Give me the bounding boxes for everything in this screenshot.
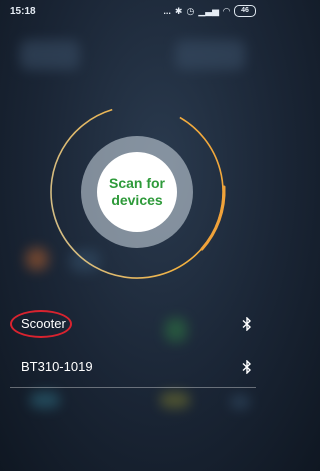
background-blur — [20, 40, 80, 70]
alarm-icon: ◷ — [186, 5, 195, 16]
status-icons: ... ✱ ◷ ▁▃▅ ◠ 46 — [163, 5, 256, 17]
background-blur — [230, 395, 250, 409]
device-list: Scooter BT310-1019 — [0, 302, 266, 388]
device-name: Scooter — [21, 316, 66, 331]
scan-for-devices-button[interactable]: Scan for devices — [97, 152, 177, 232]
device-name: BT310-1019 — [21, 359, 93, 374]
scan-area: Scan for devices — [42, 97, 232, 287]
bluetooth-icon — [242, 316, 252, 331]
background-blur — [160, 392, 190, 408]
wifi-icon: ◠ — [223, 5, 230, 16]
status-time: 15:18 — [10, 5, 36, 17]
status-bar: 15:18 ... ✱ ◷ ▁▃▅ ◠ 46 — [0, 0, 266, 22]
divider — [10, 387, 256, 388]
background-blur — [175, 40, 245, 70]
scan-label: Scan for devices — [108, 175, 165, 208]
list-item[interactable]: BT310-1019 — [0, 345, 266, 388]
signal-dots: ... — [163, 6, 171, 16]
list-item[interactable]: Scooter — [0, 302, 266, 345]
cell-signal-icon: ▁▃▅ — [198, 5, 220, 16]
bluetooth-icon — [242, 359, 252, 374]
background-blur — [30, 392, 60, 408]
battery-icon: 46 — [234, 5, 256, 17]
bluetooth-status-icon: ✱ — [174, 5, 183, 16]
